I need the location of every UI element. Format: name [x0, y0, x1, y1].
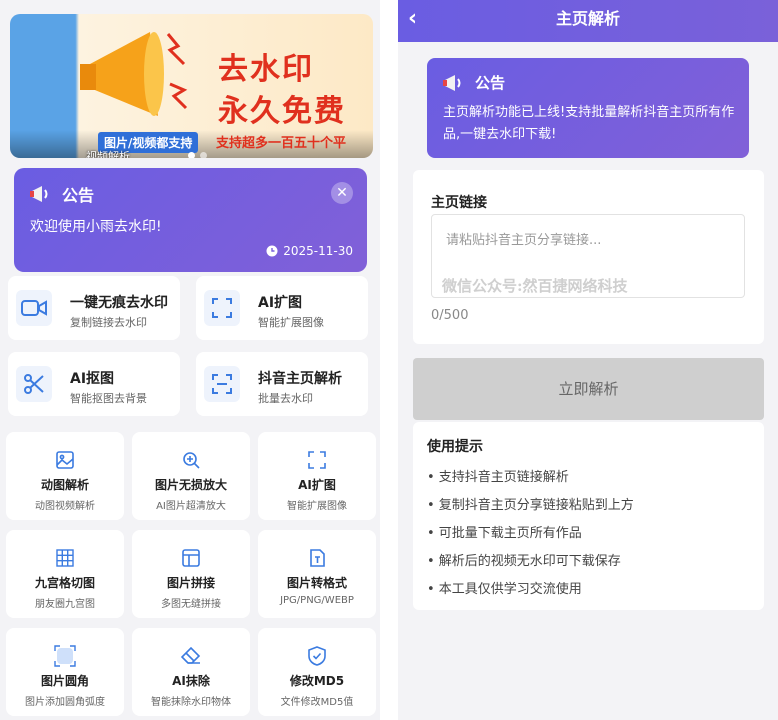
feature-gif-parse[interactable]: 动图解析 动图视频解析 [6, 432, 124, 520]
link-label: 主页链接 [431, 195, 487, 211]
watermark-text: 微信公众号:然百捷网络科技 [442, 277, 628, 295]
feature-subtitle: 智能扩展图像 [287, 501, 347, 512]
banner-subtitle: 支持超多一百五十个平 [216, 136, 347, 151]
feature-title: AI抹除 [172, 674, 210, 688]
grid-icon [53, 546, 77, 570]
feature-subtitle: 智能抹除水印物体 [151, 697, 231, 708]
tip-item: • 本工具仅供学习交流使用 [427, 582, 582, 597]
announcement-text: 主页解析功能已上线!支持批量解析抖音主页所有作品,一键去水印下载! [443, 105, 735, 142]
banner-title-line2: 永久免费 [218, 94, 346, 129]
promo-banner[interactable]: 去水印 永久免费 图片/视频都支持 支持超多一百五十个平 视频解析 [10, 14, 373, 158]
megaphone-icon [443, 74, 461, 91]
feature-nine-grid[interactable]: 九宫格切图 朋友圈九宫图 [6, 530, 124, 618]
feature-title: 图片拼接 [166, 576, 215, 590]
feature-title: 修改MD5 [289, 674, 345, 688]
feature-subtitle: 智能扩展图像 [258, 316, 324, 329]
link-textarea[interactable]: 请粘贴抖音主页分享链接... 微信公众号:然百捷网络科技 [431, 214, 745, 298]
close-icon[interactable]: ✕ [331, 182, 353, 204]
expand-frame-icon [305, 448, 329, 472]
tips-list: • 支持抖音主页链接解析 • 复制抖音主页分享链接粘贴到上方 • 可批量下载主页… [427, 466, 634, 606]
pagination-dot-2[interactable] [200, 152, 207, 158]
feature-title: AI扩图 [258, 295, 303, 311]
feature-subtitle: 批量去水印 [258, 392, 313, 405]
file-text-icon [305, 546, 329, 570]
feature-ai-expand[interactable]: AI扩图 智能扩展图像 [196, 276, 368, 340]
parse-now-button[interactable]: 立即解析 [413, 358, 764, 420]
char-counter: 0/500 [431, 308, 469, 323]
feature-douyin-profile[interactable]: 抖音主页解析 批量去水印 [196, 352, 368, 416]
feature-subtitle: 多图无缝拼接 [161, 599, 221, 610]
announcement-header: 公告 [443, 72, 505, 93]
feature-subtitle: 智能抠图去背景 [70, 392, 147, 405]
feature-modify-md5[interactable]: 修改MD5 文件修改MD5值 [258, 628, 376, 716]
feature-ai-erase[interactable]: AI抹除 智能抹除水印物体 [132, 628, 250, 716]
scan-icon [204, 366, 240, 402]
announcement-card: 公告 ✕ 欢迎使用小雨去水印! 2025-11-30 [14, 168, 367, 272]
feature-title: 图片转格式 [286, 576, 347, 590]
video-camera-icon [16, 290, 52, 326]
feature-subtitle: 朋友圈九宫图 [35, 599, 95, 610]
layout-icon [179, 546, 203, 570]
shield-icon [305, 644, 329, 668]
eraser-icon [179, 644, 203, 668]
announcement-header: 公告 [30, 182, 94, 206]
feature-stitch[interactable]: 图片拼接 多图无缝拼接 [132, 530, 250, 618]
feature-ai-expand-small[interactable]: AI扩图 智能扩展图像 [258, 432, 376, 520]
announcement-text: 欢迎使用小雨去水印! [30, 219, 162, 235]
tip-item: • 复制抖音主页分享链接粘贴到上方 [427, 498, 634, 513]
megaphone-icon [30, 186, 48, 202]
home-screen: 去水印 永久免费 图片/视频都支持 支持超多一百五十个平 视频解析 公告 ✕ 欢… [0, 0, 380, 720]
tip-item: • 解析后的视频无水印可下载保存 [427, 554, 621, 569]
feature-convert-format[interactable]: 图片转格式 JPG/PNG/WEBP [258, 530, 376, 618]
feature-title: 九宫格切图 [34, 576, 95, 590]
image-icon [53, 448, 77, 472]
page-title: 主页解析 [555, 9, 620, 28]
feature-title: AI扩图 [298, 478, 336, 492]
pagination-dot-1[interactable] [188, 152, 195, 158]
tips-title: 使用提示 [427, 439, 483, 455]
link-form: 主页链接 请粘贴抖音主页分享链接... 微信公众号:然百捷网络科技 0/500 [413, 170, 764, 344]
banner-pagination[interactable] [188, 152, 207, 158]
feature-title: 图片圆角 [40, 674, 89, 688]
zoom-in-icon [179, 448, 203, 472]
feature-title: 图片无损放大 [154, 478, 227, 492]
feature-subtitle: 文件修改MD5值 [280, 697, 354, 708]
feature-title: AI抠图 [70, 371, 115, 387]
feature-title: 一键无痕去水印 [70, 295, 168, 311]
feature-ai-cutout[interactable]: AI抠图 智能抠图去背景 [8, 352, 180, 416]
top-navigation-bar: ‹ 主页解析 [398, 0, 778, 42]
feature-title: 抖音主页解析 [258, 371, 342, 387]
profile-parse-screen: ‹ 主页解析 公告 主页解析功能已上线!支持批量解析抖音主页所有作品,一键去水印… [398, 0, 778, 720]
tip-item: • 可批量下载主页所有作品 [427, 526, 582, 541]
clock-icon [266, 245, 278, 257]
scissors-icon [16, 366, 52, 402]
feature-subtitle: 图片添加圆角弧度 [25, 697, 105, 708]
feature-subtitle: JPG/PNG/WEBP [280, 595, 354, 606]
expand-frame-icon [204, 290, 240, 326]
announcement-date: 2025-11-30 [266, 244, 353, 258]
megaphone-illustration [80, 32, 188, 116]
feature-rounded-corner[interactable]: 图片圆角 图片添加圆角弧度 [6, 628, 124, 716]
banner-caption: 视频解析 [86, 150, 130, 158]
feature-upscale[interactable]: 图片无损放大 AI图片超清放大 [132, 432, 250, 520]
link-placeholder: 请粘贴抖音主页分享链接... [446, 233, 602, 248]
feature-subtitle: 动图视频解析 [35, 501, 95, 512]
announcement-title: 公告 [475, 74, 506, 92]
announcement-card: 公告 主页解析功能已上线!支持批量解析抖音主页所有作品,一键去水印下载! [427, 58, 749, 158]
announcement-date-text: 2025-11-30 [283, 244, 353, 258]
feature-remove-watermark[interactable]: 一键无痕去水印 复制链接去水印 [8, 276, 180, 340]
banner-title-line1: 去水印 [218, 52, 314, 87]
rounded-corner-icon [53, 644, 77, 668]
feature-title: 动图解析 [40, 478, 89, 492]
usage-tips: 使用提示 • 支持抖音主页链接解析 • 复制抖音主页分享链接粘贴到上方 • 可批… [413, 422, 764, 610]
tip-item: • 支持抖音主页链接解析 [427, 470, 569, 485]
announcement-title: 公告 [62, 186, 95, 205]
feature-subtitle: 复制链接去水印 [70, 316, 147, 329]
feature-subtitle: AI图片超清放大 [156, 501, 226, 512]
